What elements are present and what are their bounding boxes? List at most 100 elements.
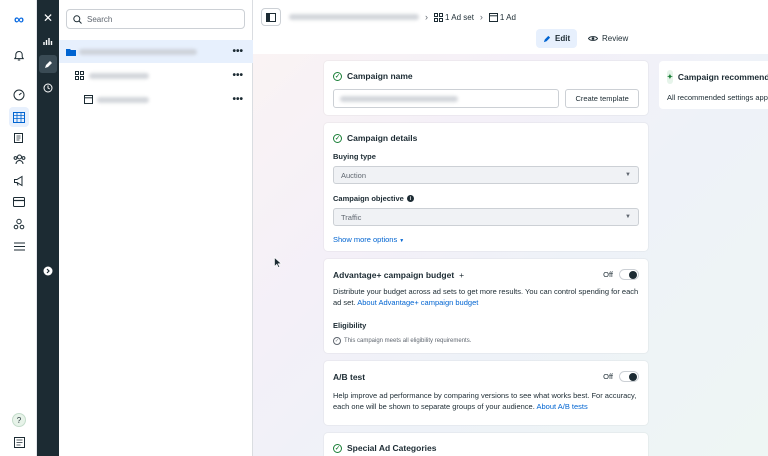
breadcrumb-campaign-redacted[interactable]: [289, 14, 419, 20]
ab-test-card: A/B test Off Help improve ad performance…: [324, 361, 648, 425]
adset-name-redacted: [89, 72, 149, 79]
edit-pencil-icon[interactable]: [39, 55, 57, 73]
campaign-tree-panel: ••• ••• •••: [59, 0, 253, 456]
ab-test-toggle-row: Off: [603, 371, 639, 382]
history-clock-icon[interactable]: [39, 79, 57, 97]
advantage-budget-description: Distribute your budget across ad sets to…: [333, 286, 639, 308]
ab-test-link[interactable]: About A/B tests: [536, 402, 587, 411]
search-box[interactable]: [66, 9, 245, 29]
tree-row-campaign[interactable]: •••: [59, 40, 253, 63]
business-tools-icon[interactable]: [9, 214, 29, 234]
eye-icon: [588, 36, 598, 41]
check-circle-icon: ✓: [333, 71, 342, 81]
review-mode-button[interactable]: Review: [581, 29, 635, 48]
ab-test-state: Off: [603, 372, 613, 381]
tree-row-adset[interactable]: •••: [59, 64, 253, 87]
buying-type-label: Buying type: [333, 152, 376, 161]
breadcrumb-adset-label: 1 Ad set: [445, 12, 474, 22]
review-label: Review: [602, 34, 629, 43]
adset-grid-icon: [434, 12, 443, 22]
billing-card-icon[interactable]: [9, 192, 29, 212]
caret-down-icon: ▼: [625, 172, 631, 178]
breadcrumb-adset[interactable]: 1 Ad set: [434, 12, 474, 22]
chevron-right-icon: ›: [425, 12, 428, 22]
info-icon[interactable]: i: [406, 195, 414, 202]
dashboard-icon[interactable]: [9, 85, 29, 105]
meta-logo-icon[interactable]: ∞: [9, 9, 29, 29]
advantage-budget-card: Advantage+ campaign budget + Off Distrib…: [324, 259, 648, 353]
ad-name-redacted: [97, 96, 149, 103]
ab-test-description: Help improve ad performance by comparing…: [333, 390, 639, 412]
breadcrumb: › 1 Ad set › 1 Ad: [289, 12, 516, 22]
advantage-plus-icon: +: [459, 269, 465, 280]
pencil-icon: [543, 35, 551, 42]
svg-text:?: ?: [17, 416, 22, 425]
editor-topbar: › 1 Ad set › 1 Ad Edit Review: [253, 0, 768, 54]
sparkle-icon: ✦: [667, 70, 673, 84]
ad-icon: [84, 95, 93, 104]
campaign-objective-value: Traffic: [341, 212, 362, 222]
bar-chart-icon[interactable]: [39, 32, 57, 50]
ab-test-desc-text: Help improve ad performance by comparing…: [333, 391, 637, 411]
create-template-button[interactable]: Create template: [565, 89, 639, 108]
caret-down-icon: ▼: [625, 214, 631, 220]
more-options-icon[interactable]: •••: [232, 46, 243, 57]
campaign-name-heading: ✓ Campaign name: [333, 71, 639, 81]
adset-grid-icon: [75, 71, 84, 80]
campaign-objective-select[interactable]: Traffic ▼: [333, 208, 639, 226]
bell-icon[interactable]: [9, 46, 29, 66]
tree-row-ad[interactable]: •••: [59, 88, 253, 111]
ab-test-title: A/B test: [333, 371, 366, 382]
recommendations-title: Campaign recommendations: [677, 72, 768, 82]
recommendations-heading: ✦ Campaign recommendations: [667, 70, 768, 84]
advantage-budget-title: Advantage+ campaign budget: [333, 269, 455, 280]
advantage-budget-state: Off: [603, 270, 613, 279]
sidebar-toggle-icon: [266, 12, 276, 22]
special-ad-categories-heading: ✓ Special Ad Categories: [333, 443, 639, 453]
help-icon[interactable]: ?: [9, 410, 29, 430]
editor-main: › 1 Ad set › 1 Ad Edit Review ✓ Campaign…: [253, 0, 768, 456]
breadcrumb-ad[interactable]: 1 Ad: [488, 12, 516, 22]
chevron-right-icon: ›: [479, 12, 483, 22]
campaign-name-input[interactable]: [333, 89, 560, 108]
special-ad-categories-title: Special Ad Categories: [347, 443, 437, 453]
special-ad-categories-card: ✓ Special Ad Categories: [324, 433, 648, 456]
eligibility-label: Eligibility: [333, 321, 367, 330]
advantage-budget-toggle[interactable]: [619, 269, 639, 280]
advantage-budget-link[interactable]: About Advantage+ campaign budget: [357, 298, 478, 307]
megaphone-icon[interactable]: [9, 171, 29, 191]
buying-type-select[interactable]: Auction ▼: [333, 166, 639, 184]
eligibility-status: ✓ This campaign meets all eligibility re…: [333, 337, 639, 345]
advantage-budget-toggle-row: Off: [603, 269, 639, 280]
eligibility-text: This campaign meets all eligibility requ…: [344, 338, 472, 344]
breadcrumb-ad-label: 1 Ad: [499, 12, 516, 22]
buying-type-value: Auction: [341, 170, 367, 180]
advantage-budget-heading: Advantage+ campaign budget +: [333, 270, 464, 280]
edit-label: Edit: [555, 34, 571, 43]
more-options-icon[interactable]: •••: [232, 70, 243, 81]
expand-chevron-icon[interactable]: [39, 262, 57, 280]
menu-icon[interactable]: [9, 236, 29, 256]
ads-manager-table-icon[interactable]: [9, 107, 29, 127]
check-circle-icon: ✓: [333, 133, 342, 143]
close-icon[interactable]: ✕: [39, 9, 57, 27]
ab-test-toggle[interactable]: [619, 371, 639, 382]
campaign-details-title: Campaign details: [347, 133, 418, 143]
campaign-name-redacted: [79, 48, 197, 55]
report-icon[interactable]: [9, 432, 29, 452]
edit-mode-button[interactable]: Edit: [536, 29, 578, 48]
show-more-options-link[interactable]: Show more options ▼: [333, 235, 639, 244]
campaign-objective-label-row: Campaign objective i: [333, 194, 639, 203]
app-rail: ∞ ?: [0, 0, 37, 456]
editor-tool-column: ✕: [37, 0, 59, 456]
mouse-cursor-icon: [274, 257, 282, 268]
pages-icon[interactable]: [9, 128, 29, 148]
ad-icon: [488, 12, 498, 22]
audiences-icon[interactable]: [9, 149, 29, 169]
more-options-icon[interactable]: •••: [232, 94, 243, 105]
toggle-panel-button[interactable]: [261, 8, 281, 26]
search-input[interactable]: [87, 14, 237, 24]
campaign-name-card: ✓ Campaign name Create template: [324, 61, 648, 115]
caret-down-icon: ▼: [399, 238, 405, 244]
show-more-label: Show more options: [333, 235, 398, 244]
